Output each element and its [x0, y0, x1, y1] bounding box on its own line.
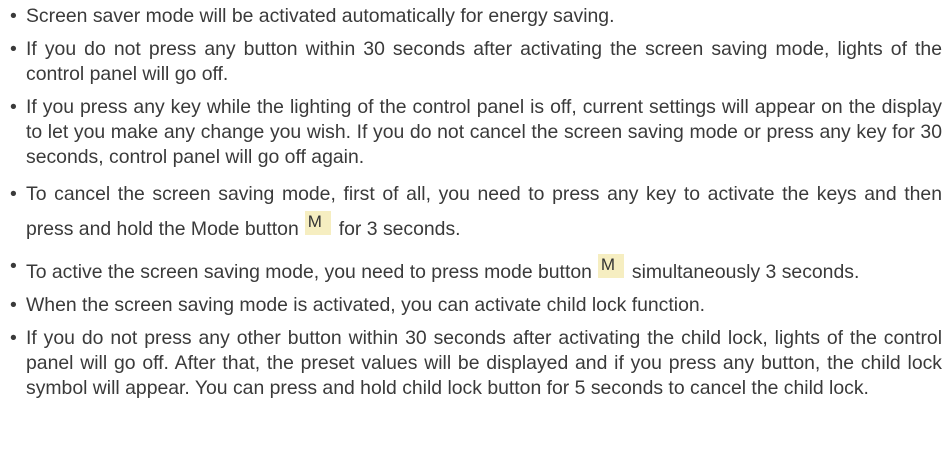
list-item: If you do not press any other button wit…	[4, 326, 942, 401]
mode-button-icon: M	[304, 211, 331, 235]
item-text: simultaneously 3 seconds.	[631, 261, 860, 283]
item-text: When the screen saving mode is activated…	[26, 294, 706, 316]
list-item-activate-screen-saver: To active the screen saving mode, you ne…	[4, 254, 942, 285]
item-text: If you do not press any button within 30…	[26, 38, 942, 85]
screen-saver-instructions: Screen saver mode will be activated auto…	[4, 4, 942, 401]
item-text: To cancel the screen saving mode, first …	[26, 183, 942, 240]
item-text: If you press any key while the lighting …	[26, 96, 942, 168]
list-item: Screen saver mode will be activated auto…	[4, 4, 942, 29]
list-item: If you do not press any button within 30…	[4, 37, 942, 87]
item-text: for 3 seconds.	[338, 218, 461, 240]
list-item: When the screen saving mode is activated…	[4, 293, 942, 318]
item-text: Screen saver mode will be activated auto…	[26, 5, 615, 27]
list-item: If you press any key while the lighting …	[4, 95, 942, 170]
item-text: If you do not press any other button wit…	[26, 327, 942, 399]
list-item-cancel-screen-saver: To cancel the screen saving mode, first …	[4, 178, 942, 246]
item-text: To active the screen saving mode, you ne…	[26, 261, 592, 283]
instruction-page: Screen saver mode will be activated auto…	[0, 0, 948, 475]
mode-button-icon: M	[597, 254, 624, 278]
